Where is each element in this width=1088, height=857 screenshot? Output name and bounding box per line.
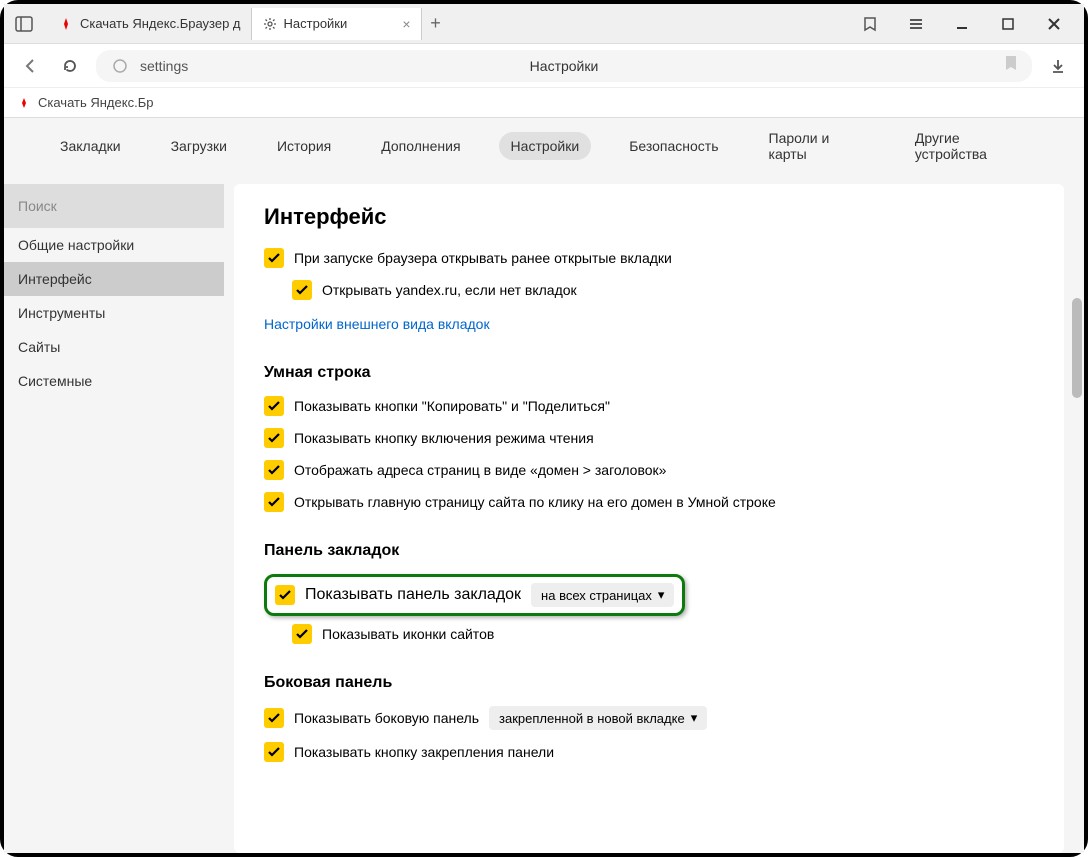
- settings-top-nav: Закладки Загрузки История Дополнения Нас…: [4, 118, 1084, 174]
- setting-row-reader: Показывать кнопку включения режима чтени…: [264, 428, 1034, 448]
- bookmark-item[interactable]: Скачать Яндекс.Бр: [16, 95, 153, 111]
- back-button[interactable]: [16, 52, 44, 80]
- search-placeholder: Поиск: [18, 198, 57, 214]
- chevron-down-icon: ▾: [691, 710, 698, 726]
- select-bookmarks-mode[interactable]: на всех страницах ▾: [531, 583, 674, 607]
- setting-row-copy-share: Показывать кнопки "Копировать" и "Подели…: [264, 396, 1034, 416]
- tab-settings[interactable]: Настройки ×: [252, 8, 422, 40]
- chevron-down-icon: ▾: [658, 587, 665, 603]
- nav-bookmarks[interactable]: Закладки: [48, 132, 133, 160]
- setting-label: Открывать главную страницу сайта по клик…: [294, 494, 776, 510]
- select-side-panel-mode[interactable]: закрепленной в новой вкладке ▾: [489, 706, 707, 730]
- scrollbar-thumb[interactable]: [1072, 298, 1082, 398]
- select-value: закрепленной в новой вкладке: [499, 711, 685, 726]
- nav-devices[interactable]: Другие устройства: [903, 124, 1040, 168]
- setting-row-open-homepage: Открывать главную страницу сайта по клик…: [264, 492, 1034, 512]
- minimize-button[interactable]: [948, 10, 976, 38]
- sidebar-item-tools[interactable]: Инструменты: [4, 296, 224, 330]
- setting-row-open-yandex: Открывать yandex.ru, если нет вкладок: [292, 280, 1034, 300]
- bookmarks-bar: Скачать Яндекс.Бр: [4, 88, 1084, 118]
- sidebar-item-system[interactable]: Системные: [4, 364, 224, 398]
- tab-label: Скачать Яндекс.Браузер д: [80, 16, 241, 31]
- url-text: settings: [140, 58, 188, 74]
- section-title-interface: Интерфейс: [264, 204, 1034, 230]
- reload-button[interactable]: [56, 52, 84, 80]
- reader-icon[interactable]: [856, 10, 884, 38]
- setting-label: Показывать боковую панель: [294, 710, 479, 726]
- sidebar-item-sites[interactable]: Сайты: [4, 330, 224, 364]
- setting-label: Открывать yandex.ru, если нет вкладок: [322, 282, 577, 298]
- new-tab-button[interactable]: +: [422, 10, 450, 38]
- subsection-side-panel: Боковая панель: [264, 674, 1034, 692]
- setting-row-show-side-panel: Показывать боковую панель закрепленной в…: [264, 706, 1034, 730]
- nav-downloads[interactable]: Загрузки: [159, 132, 239, 160]
- tab-yandex-download[interactable]: Скачать Яндекс.Браузер д: [48, 8, 252, 40]
- checkbox-reader[interactable]: [264, 428, 284, 448]
- page-title-center: Настройки: [530, 58, 599, 74]
- nav-addons[interactable]: Дополнения: [369, 132, 472, 160]
- setting-row-pin-button: Показывать кнопку закрепления панели: [264, 742, 1034, 762]
- subsection-bookmarks-panel: Панель закладок: [264, 542, 1034, 560]
- setting-label: Показывать кнопку включения режима чтени…: [294, 430, 594, 446]
- setting-row-restore-tabs: При запуске браузера открывать ранее отк…: [264, 248, 1034, 268]
- bookmark-icon[interactable]: [1004, 55, 1018, 76]
- tab-strip: Скачать Яндекс.Браузер д Настройки × +: [48, 4, 856, 43]
- settings-sidebar: Поиск Общие настройки Интерфейс Инструме…: [4, 118, 224, 853]
- content-area: Закладки Загрузки История Дополнения Нас…: [4, 118, 1084, 853]
- settings-main-panel: Интерфейс При запуске браузера открывать…: [234, 184, 1064, 853]
- checkbox-site-icons[interactable]: [292, 624, 312, 644]
- checkbox-show-bookmarks-panel[interactable]: [275, 585, 295, 605]
- gear-icon: [262, 16, 278, 32]
- search-input[interactable]: Поиск: [4, 184, 224, 228]
- setting-label: Показывать панель закладок: [305, 586, 521, 604]
- sidebar-item-interface[interactable]: Интерфейс: [4, 262, 224, 296]
- nav-history[interactable]: История: [265, 132, 343, 160]
- setting-label: При запуске браузера открывать ранее отк…: [294, 250, 672, 266]
- checkbox-show-side-panel[interactable]: [264, 708, 284, 728]
- setting-label: Показывать иконки сайтов: [322, 626, 494, 642]
- nav-passwords[interactable]: Пароли и карты: [757, 124, 877, 168]
- highlighted-setting-row: Показывать панель закладок на всех стран…: [264, 574, 685, 616]
- checkbox-copy-share[interactable]: [264, 396, 284, 416]
- setting-row-domain-title: Отображать адреса страниц в виде «домен …: [264, 460, 1034, 480]
- checkbox-pin-button[interactable]: [264, 742, 284, 762]
- nav-security[interactable]: Безопасность: [617, 132, 730, 160]
- close-button[interactable]: [1040, 10, 1068, 38]
- checkbox-restore-tabs[interactable]: [264, 248, 284, 268]
- yandex-favicon: [58, 16, 74, 32]
- checkbox-domain-title[interactable]: [264, 460, 284, 480]
- checkbox-open-homepage[interactable]: [264, 492, 284, 512]
- setting-label: Показывать кнопку закрепления панели: [294, 744, 554, 760]
- yandex-favicon: [16, 95, 32, 111]
- link-tab-appearance[interactable]: Настройки внешнего вида вкладок: [264, 316, 490, 332]
- downloads-button[interactable]: [1044, 52, 1072, 80]
- menu-icon[interactable]: [902, 10, 930, 38]
- tab-label: Настройки: [284, 16, 348, 31]
- setting-row-site-icons: Показывать иконки сайтов: [292, 624, 1034, 644]
- title-bar: Скачать Яндекс.Браузер д Настройки × +: [4, 4, 1084, 44]
- omnibox[interactable]: settings Настройки: [96, 50, 1032, 82]
- nav-settings[interactable]: Настройки: [499, 132, 592, 160]
- close-icon[interactable]: ×: [394, 16, 410, 32]
- address-bar: settings Настройки: [4, 44, 1084, 88]
- setting-label: Показывать кнопки "Копировать" и "Подели…: [294, 398, 610, 414]
- sidebar-toggle-button[interactable]: [12, 12, 36, 36]
- bookmark-label: Скачать Яндекс.Бр: [38, 95, 153, 110]
- subsection-smart-line: Умная строка: [264, 364, 1034, 382]
- sidebar-item-general[interactable]: Общие настройки: [4, 228, 224, 262]
- select-value: на всех страницах: [541, 588, 652, 603]
- setting-label: Отображать адреса страниц в виде «домен …: [294, 462, 666, 478]
- window-controls: [856, 10, 1076, 38]
- checkbox-open-yandex[interactable]: [292, 280, 312, 300]
- maximize-button[interactable]: [994, 10, 1022, 38]
- search-engine-icon: [110, 56, 130, 76]
